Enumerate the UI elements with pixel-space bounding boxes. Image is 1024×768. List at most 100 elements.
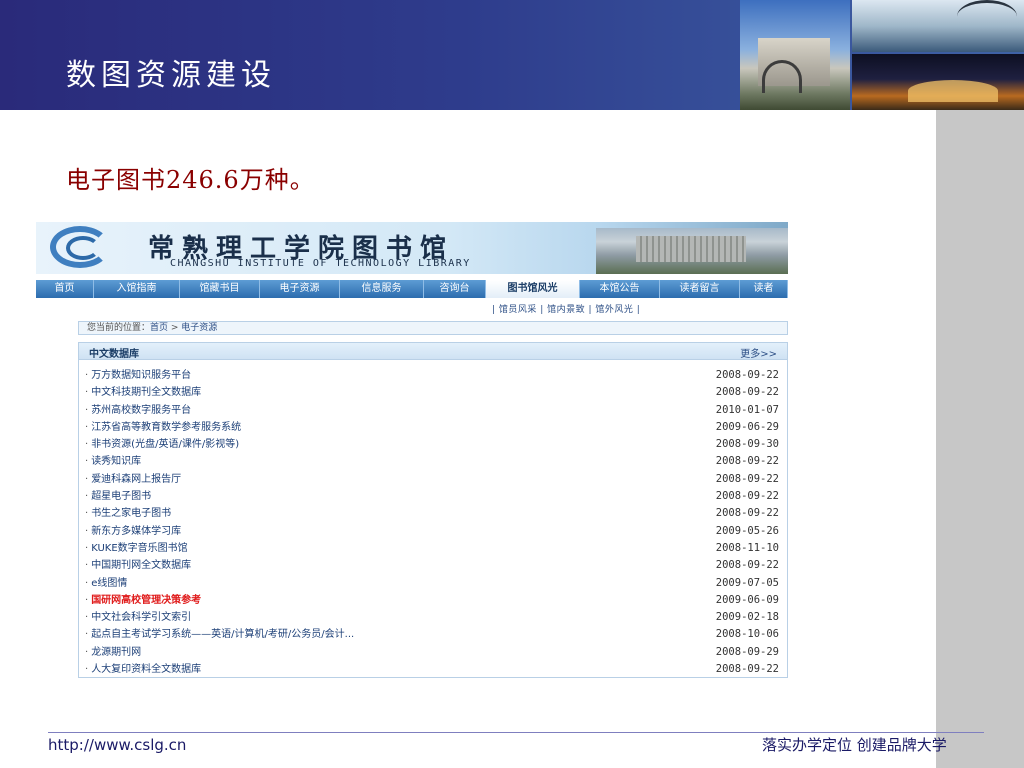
database-name-link[interactable]: 万方数据知识服务平台 [91,370,191,381]
database-list-item[interactable]: · 非书资源(光盘/英语/课件/影视等) 2008-09-30 [85,436,781,453]
database-name-link[interactable]: 中文科技期刊全文数据库 [91,387,201,398]
database-date: 2009-06-09 [715,593,779,606]
library-website-screenshot: 常熟理工学院图书馆 CHANGSHU INSTITUTE OF TECHNOLO… [36,222,788,680]
breadcrumb-prefix: 您当前的位置： [87,323,151,333]
nav-item[interactable]: 图书馆风光 [486,280,580,298]
database-name-link[interactable]: 人大复印资料全文数据库 [91,664,201,675]
database-list-item[interactable]: · 中国期刊网全文数据库 2008-09-22 [85,557,781,574]
tree-branch-shape [957,0,1017,33]
database-name-link[interactable]: 龙源期刊网 [91,647,141,658]
footer-divider [48,732,984,733]
database-list-item[interactable]: · 读秀知识库 2008-09-22 [85,453,781,470]
footer-slogan: 落实办学定位 创建品牌大学 [762,736,947,754]
sculpture-shape [762,60,802,93]
bullet-icon: · [85,560,89,572]
bullet-icon: · [85,542,89,554]
library-nav-bar: 首页 入馆指南 馆藏书目 电子资源 信息服务 咨询台 图书馆风光 本馆公告 读者留言 读者 [36,280,788,298]
database-list-item[interactable]: · 书生之家电子图书 2008-09-22 [85,505,781,522]
bullet-icon: · [85,456,89,468]
bullet-icon: · [85,491,89,503]
nav-item[interactable]: 馆藏书目 [180,280,260,298]
footer-url[interactable]: http://www.cslg.cn [48,736,186,754]
lit-dome-shape [908,80,998,102]
database-name-link[interactable]: 国研网高校管理决策参考 [91,595,201,606]
library-building-facade [636,236,746,262]
database-name-link[interactable]: 起点自主考试学习系统——英语/计算机/考研/公务员/会计... [91,629,354,640]
database-name-link[interactable]: 书生之家电子图书 [91,508,171,519]
nav-item[interactable]: 入馆指南 [94,280,180,298]
database-date: 2008-09-29 [715,645,779,658]
nav-item[interactable]: 本馆公告 [580,280,660,298]
library-subnav[interactable]: | 馆员风采 | 馆内景致 | 馆外风光 | [492,302,640,315]
database-list-item[interactable]: · e线图情 2009-07-05 [85,575,781,592]
database-list-item[interactable]: · 爱迪科森网上报告厅 2008-09-22 [85,471,781,488]
database-date: 2008-09-22 [715,369,779,381]
database-date: 2008-09-22 [715,507,779,520]
nav-item[interactable]: 电子资源 [260,280,340,298]
database-panel-title: 中文数据库 [89,349,139,360]
database-name-link[interactable]: 苏州高校数字服务平台 [91,405,191,416]
bullet-icon: · [85,612,89,624]
bullet-icon: · [85,525,89,537]
database-name-link[interactable]: 中国期刊网全文数据库 [91,560,191,571]
database-date: 2008-09-22 [715,559,779,572]
campus-snow-photo [852,0,1024,52]
database-name-link[interactable]: 中文社会科学引文索引 [91,612,191,623]
breadcrumb: 您当前的位置：首页 > 电子资源 [78,321,788,335]
nav-item[interactable]: 首页 [36,280,94,298]
bullet-icon: · [85,646,89,658]
slide-side-strip [936,110,1024,768]
more-link[interactable]: 更多>> [740,345,777,360]
database-name-link[interactable]: 江苏省高等教育数学参考服务系统 [91,422,241,433]
library-name-en: CHANGSHU INSTITUTE OF TECHNOLOGY LIBRARY [170,258,471,269]
bullet-icon: · [85,577,89,589]
breadcrumb-home-link[interactable]: 首页 [150,323,168,333]
database-list-item[interactable]: · KUKE数字音乐图书馆 2008-11-10 [85,540,781,557]
database-list-item[interactable]: · 新东方多媒体学习库 2009-05-26 [85,523,781,540]
nav-item[interactable]: 咨询台 [424,280,486,298]
database-date: 2008-09-22 [715,472,779,485]
database-list-item[interactable]: · 超星电子图书 2008-09-22 [85,488,781,505]
nav-item[interactable]: 读者 [740,280,788,298]
database-list-item[interactable]: · 国研网高校管理决策参考 2009-06-09 [85,592,781,609]
database-date: 2009-06-29 [715,420,779,433]
bullet-icon: · [85,370,89,381]
breadcrumb-current[interactable]: 电子资源 [181,323,217,333]
database-list-item[interactable]: · 中文科技期刊全文数据库 2008-09-22 [85,384,781,401]
bullet-icon: · [85,594,89,606]
breadcrumb-separator: > [168,323,182,333]
library-logo-inner-icon [66,236,100,260]
database-date: 2008-09-22 [715,490,779,503]
database-name-link[interactable]: 超星电子图书 [91,491,151,502]
database-list-item[interactable]: · 龙源期刊网 2008-09-29 [85,644,781,661]
database-list-item[interactable]: · 万方数据知识服务平台 2008-09-22 [85,367,781,384]
bullet-icon: · [85,404,89,416]
database-name-link[interactable]: e线图情 [91,578,127,589]
nav-item[interactable]: 信息服务 [340,280,424,298]
database-panel-header: 中文数据库 更多>> [79,343,787,360]
database-date: 2008-11-10 [715,541,779,554]
database-name-link[interactable]: 新东方多媒体学习库 [91,526,181,537]
database-list-item[interactable]: · 中文社会科学引文索引 2009-02-18 [85,609,781,626]
database-list: · 万方数据知识服务平台 2008-09-22 · 中文科技期刊全文数据库 2008-09… [85,367,781,678]
campus-night-photo [852,54,1024,110]
database-name-link[interactable]: 爱迪科森网上报告厅 [91,474,181,485]
slide-subtitle: 电子图书246.6万种。 [66,166,315,194]
bullet-icon: · [85,439,89,451]
bullet-icon: · [85,664,89,676]
database-list-item[interactable]: · 人大复印资料全文数据库 2008-09-22 [85,661,781,678]
database-list-item[interactable]: · 江苏省高等教育数学参考服务系统 2009-06-29 [85,419,781,436]
database-date: 2008-09-22 [715,663,779,676]
slide-title: 数图资源建设 [66,58,276,93]
bullet-icon: · [85,508,89,520]
nav-item[interactable]: 读者留言 [660,280,740,298]
bullet-icon: · [85,387,89,399]
database-name-link[interactable]: KUKE数字音乐图书馆 [91,543,187,554]
database-list-item[interactable]: · 苏州高校数字服务平台 2010-01-07 [85,402,781,419]
chinese-database-panel: 中文数据库 更多>> · 万方数据知识服务平台 2008-09-22 · 中文科技期刊全… [78,342,788,678]
database-date: 2008-09-22 [715,455,779,468]
database-name-link[interactable]: 非书资源(光盘/英语/课件/影视等) [91,439,239,450]
database-list-item[interactable]: · 起点自主考试学习系统——英语/计算机/考研/公务员/会计... 2008-10-… [85,626,781,643]
database-date: 2009-07-05 [715,576,779,589]
database-name-link[interactable]: 读秀知识库 [91,456,141,467]
